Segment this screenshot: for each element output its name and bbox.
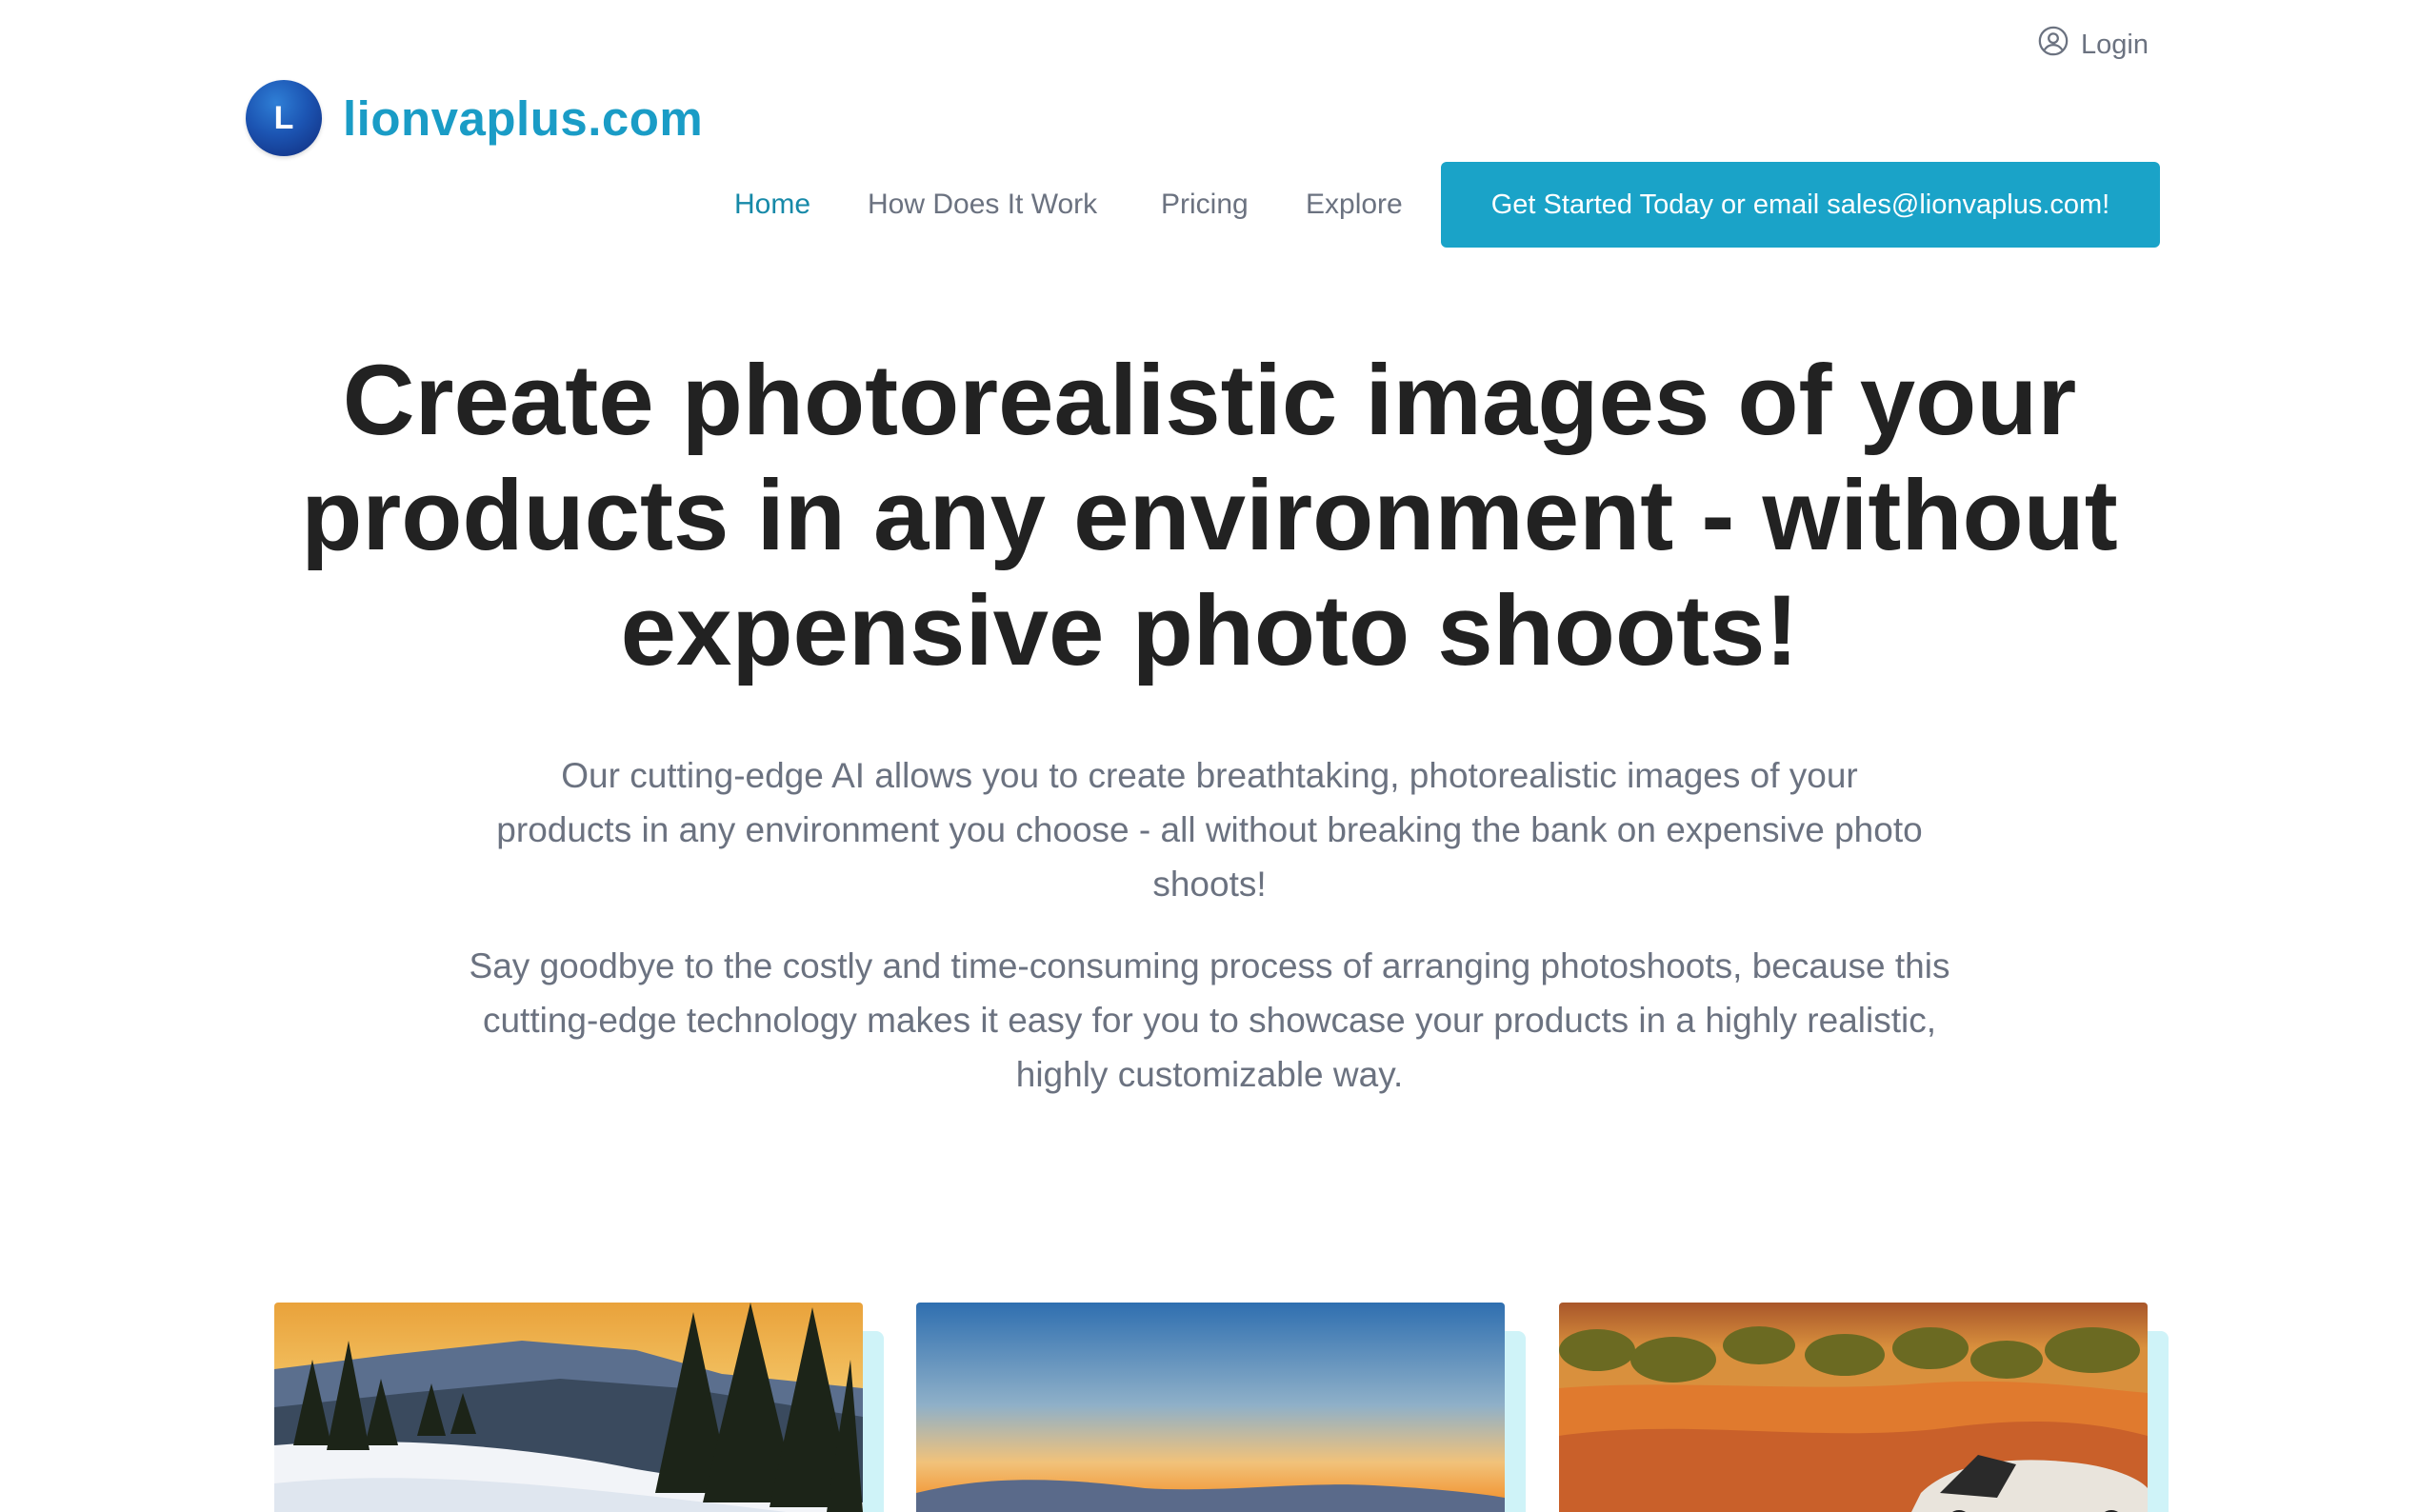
desert-car-image bbox=[1559, 1303, 2148, 1512]
snowy-forest-image bbox=[274, 1303, 863, 1512]
nav-item-how-does-it-work[interactable]: How Does It Work bbox=[868, 189, 1097, 221]
hero-paragraph-1: Our cutting-edge AI allows you to create… bbox=[496, 756, 1923, 904]
gallery-card-2[interactable] bbox=[916, 1303, 1526, 1512]
main-nav: Home How Does It Work Pricing Explore Ge… bbox=[0, 162, 2419, 248]
get-started-button[interactable]: Get Started Today or email sales@lionvap… bbox=[1441, 162, 2160, 248]
site-name: lionvaplus.com bbox=[343, 90, 704, 146]
logo-badge-icon: L bbox=[246, 80, 322, 156]
nav-item-home[interactable]: Home bbox=[734, 189, 810, 221]
site-logo[interactable]: L lionvaplus.com bbox=[246, 80, 703, 156]
nav-item-explore[interactable]: Explore bbox=[1306, 189, 1403, 221]
lake-sunset-image bbox=[916, 1303, 1505, 1512]
gallery-card-1[interactable] bbox=[274, 1303, 884, 1512]
login-label: Login bbox=[2081, 29, 2149, 60]
nav-item-pricing[interactable]: Pricing bbox=[1161, 189, 1249, 221]
login-link[interactable]: Login bbox=[2037, 25, 2149, 65]
user-circle-icon bbox=[2037, 25, 2069, 65]
hero-paragraph-2: Say goodbye to the costly and time-consu… bbox=[469, 946, 1950, 1094]
landing-page: Login L lionvaplus.com Home How Does It … bbox=[0, 0, 2419, 1512]
hero-title: Create photorealistic images of your pro… bbox=[301, 345, 2118, 686]
gallery-card-3[interactable] bbox=[1559, 1303, 2169, 1512]
logo-letter: L bbox=[273, 99, 294, 136]
